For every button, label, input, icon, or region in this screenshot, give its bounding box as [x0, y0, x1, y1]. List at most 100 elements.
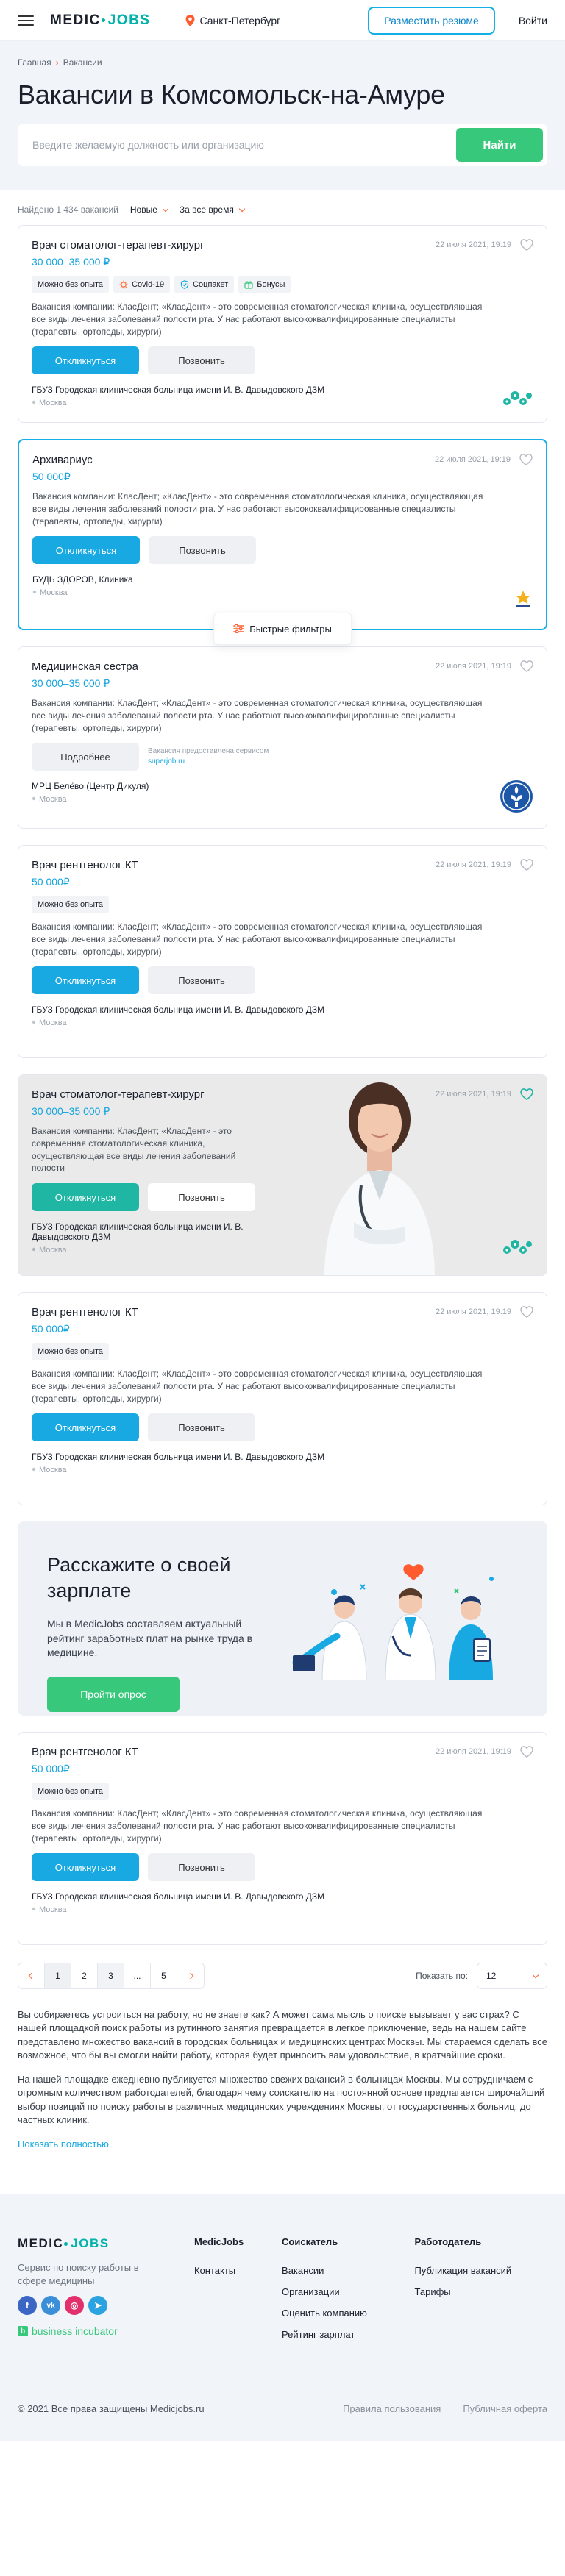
company-name[interactable]: ГБУЗ Городская клиническая больница имен…: [32, 1221, 274, 1242]
period-dropdown[interactable]: За все время: [180, 204, 246, 215]
company-name[interactable]: ГБУЗ Городская клиническая больница имен…: [32, 1452, 533, 1462]
heart-icon[interactable]: [520, 1746, 533, 1758]
chevron-left-icon: [28, 1972, 35, 1980]
footer-link-tariffs[interactable]: Тарифы: [415, 2286, 547, 2297]
instagram-icon[interactable]: ◎: [65, 2296, 84, 2316]
footer-link-salary-rating[interactable]: Рейтинг зарплат: [282, 2329, 414, 2340]
call-button[interactable]: Позвонить: [148, 1413, 255, 1442]
business-incubator-badge[interactable]: b business incubator: [18, 2325, 194, 2337]
apply-button[interactable]: Откликнуться: [32, 1853, 139, 1882]
vacancy-title[interactable]: Архивариус: [32, 454, 93, 466]
source-label: Вакансия предоставлена сервисом: [148, 747, 269, 756]
vacancy-title[interactable]: Врач рентгенолог КТ: [32, 1306, 138, 1319]
site-logo[interactable]: MEDIC JOBS: [50, 13, 150, 29]
page-1[interactable]: 1: [45, 1963, 71, 1988]
company-name[interactable]: ГБУЗ Городская клиническая больница имен…: [32, 385, 533, 395]
vacancy-card[interactable]: Медицинская сестра 22 июля 2021, 19:19 3…: [18, 646, 547, 829]
tag-covid: Covid-19: [113, 276, 171, 293]
vacancy-tags: Можно без опыта: [32, 1783, 533, 1800]
prev-page-button[interactable]: [18, 1963, 45, 1988]
vacancy-card[interactable]: Врач стоматолог-терапевт-хирург 22 июля …: [18, 225, 547, 423]
login-link[interactable]: Войти: [519, 15, 547, 26]
footer-bottom: © 2021 Все права защищены Medicjobs.ru П…: [18, 2403, 547, 2414]
call-button[interactable]: Позвонить: [148, 346, 255, 375]
company-name[interactable]: ГБУЗ Городская клиническая больница имен…: [32, 1891, 533, 1902]
vacancy-title[interactable]: Врач рентгенолог КТ: [32, 859, 138, 871]
call-button[interactable]: Позвонить: [149, 536, 256, 565]
vk-icon[interactable]: vk: [41, 2296, 60, 2316]
apply-button[interactable]: Откликнуться: [32, 536, 140, 565]
vacancy-card[interactable]: Врач рентгенолог КТ 22 июля 2021, 19:19 …: [18, 1292, 547, 1505]
facebook-icon[interactable]: f: [18, 2296, 37, 2316]
vacancy-card-promoted[interactable]: Врач стоматолог-терапевт-хирург 22 июля …: [18, 1074, 547, 1276]
vacancy-title[interactable]: Медицинская сестра: [32, 660, 138, 673]
shield-check-icon: [180, 280, 189, 289]
apply-button[interactable]: Откликнуться: [32, 1183, 139, 1212]
page-ellipsis: ...: [124, 1963, 151, 1988]
offer-link[interactable]: Публичная оферта: [463, 2403, 547, 2414]
company-name[interactable]: МРЦ Белёво (Центр Дикуля): [32, 781, 533, 791]
vacancy-title[interactable]: Врач стоматолог-терапевт-хирург: [32, 1088, 205, 1101]
vacancy-title[interactable]: Врач стоматолог-терапевт-хирург: [32, 239, 205, 251]
take-survey-button[interactable]: Пройти опрос: [47, 1676, 180, 1712]
city-label: Москва: [39, 1018, 67, 1028]
tag-label: Covid-19: [132, 280, 165, 289]
city-label: Москва: [39, 1246, 67, 1255]
per-page-value: 12: [486, 1971, 497, 1981]
vacancy-card-highlighted[interactable]: Архивариус 22 июля 2021, 19:19 50 000₽ В…: [18, 439, 547, 645]
call-button[interactable]: Позвонить: [148, 1853, 255, 1882]
footer-link-publish[interactable]: Публикация вакансий: [415, 2265, 547, 2276]
site-footer: MEDIC JOBS Сервис по поиску работы в сфер…: [0, 2194, 565, 2441]
quick-filters-button[interactable]: Быстрые фильтры: [213, 613, 352, 645]
vacancy-card[interactable]: Врач рентгенолог КТ 22 июля 2021, 19:19 …: [18, 1732, 547, 1945]
footer-logo[interactable]: MEDIC JOBS: [18, 2236, 194, 2251]
footer-link-contacts[interactable]: Контакты: [194, 2265, 282, 2276]
footer-link-organizations[interactable]: Организации: [282, 2286, 414, 2297]
city-label: Москва: [39, 1466, 67, 1475]
footer-col-title: Работодатель: [414, 2236, 482, 2248]
footer-link-rate-company[interactable]: Оценить компанию: [282, 2308, 414, 2319]
telegram-icon[interactable]: ➤: [88, 2296, 107, 2316]
details-button[interactable]: Подробнее: [32, 743, 139, 771]
tag-social: Соцпакет: [174, 276, 235, 293]
location-pin-icon: [32, 1247, 36, 1252]
company-name[interactable]: ГБУЗ Городская клиническая больница имен…: [32, 1005, 533, 1015]
show-all-link[interactable]: Показать полностью: [18, 2138, 547, 2151]
heart-icon[interactable]: [519, 454, 533, 465]
tag-label: Можно без опыта: [38, 1347, 104, 1356]
search-input[interactable]: [22, 139, 456, 151]
search-button[interactable]: Найти: [456, 128, 543, 162]
apply-button[interactable]: Откликнуться: [32, 346, 139, 375]
breadcrumb-home[interactable]: Главная: [18, 57, 51, 68]
vacancy-card[interactable]: Врач рентгенолог КТ 22 июля 2021, 19:19 …: [18, 845, 547, 1058]
heart-icon[interactable]: [520, 239, 533, 251]
per-page-select[interactable]: 12: [477, 1963, 547, 1989]
next-page-button[interactable]: [177, 1963, 204, 1988]
page-3[interactable]: 3: [98, 1963, 124, 1988]
heart-icon[interactable]: [520, 1306, 533, 1318]
results-toolbar: Найдено 1 434 вакансий Новые За все врем…: [0, 190, 565, 218]
city-selector[interactable]: Санкт-Петербург: [185, 14, 280, 26]
terms-link[interactable]: Правила пользования: [343, 2403, 441, 2414]
footer-link-vacancies[interactable]: Вакансии: [282, 2265, 414, 2276]
call-button[interactable]: Позвонить: [148, 966, 255, 995]
menu-icon[interactable]: [18, 15, 34, 26]
page-2[interactable]: 2: [71, 1963, 98, 1988]
heart-icon[interactable]: [520, 1088, 533, 1100]
city-label: Москва: [39, 1905, 67, 1915]
post-resume-button[interactable]: Разместить резюме: [368, 6, 495, 35]
company-name[interactable]: БУДЬ ЗДОРОВ, Клиника: [32, 574, 533, 585]
vacancy-date: 22 июля 2021, 19:19: [436, 1747, 511, 1756]
call-button[interactable]: Позвонить: [148, 1183, 255, 1212]
heart-icon[interactable]: [520, 660, 533, 672]
apply-button[interactable]: Откликнуться: [32, 1413, 139, 1442]
banner-description: Мы в MedicJobs составляем актуальный рей…: [47, 1618, 253, 1659]
breadcrumb: Главная › Вакансии: [18, 57, 547, 68]
sort-dropdown[interactable]: Новые: [130, 204, 169, 215]
vacancy-description: Вакансия компании: КласДент; «КласДент» …: [32, 921, 483, 957]
page-5[interactable]: 5: [151, 1963, 177, 1988]
source-link[interactable]: superjob.ru: [148, 757, 269, 767]
heart-icon[interactable]: [520, 859, 533, 871]
vacancy-title[interactable]: Врач рентгенолог КТ: [32, 1746, 138, 1758]
apply-button[interactable]: Откликнуться: [32, 966, 139, 995]
